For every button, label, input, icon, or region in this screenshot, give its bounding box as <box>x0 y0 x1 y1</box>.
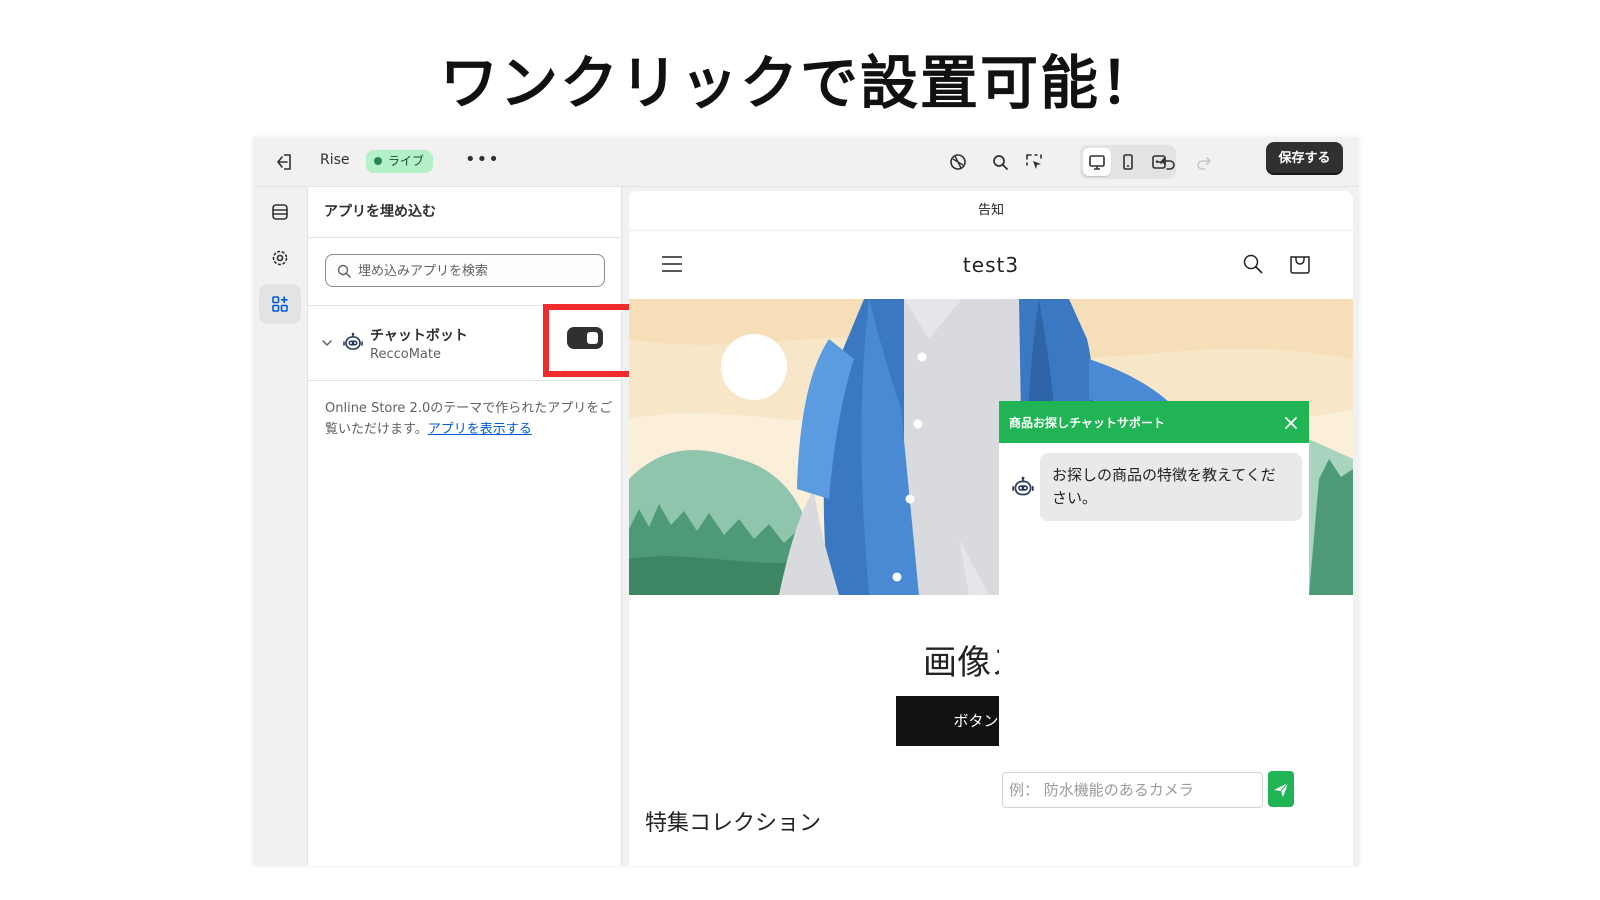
announcement-bar: 告知 <box>629 191 1353 231</box>
close-icon[interactable] <box>1283 415 1299 431</box>
send-icon <box>1274 782 1289 797</box>
mobile-view-button[interactable] <box>1114 148 1142 176</box>
app-search-input[interactable] <box>358 261 598 281</box>
top-bar: Rise ライブ ••• 保存する <box>253 137 1359 187</box>
chat-header: 商品お探しチャットサポート <box>999 401 1309 443</box>
divider <box>308 237 622 238</box>
redo-icon[interactable] <box>1191 150 1215 174</box>
sections-icon <box>272 204 288 220</box>
chat-input[interactable] <box>1009 780 1257 800</box>
undo-icon[interactable] <box>1157 150 1181 174</box>
save-button[interactable]: 保存する <box>1266 142 1343 175</box>
app-search-field[interactable] <box>325 254 605 287</box>
app-enable-toggle[interactable] <box>567 327 603 349</box>
apps-icon <box>272 296 288 312</box>
send-button[interactable] <box>1268 771 1294 807</box>
search-icon <box>337 264 351 278</box>
gear-icon <box>272 250 288 266</box>
chat-input-field[interactable] <box>1002 772 1263 808</box>
chat-title: 商品お探しチャットサポート <box>1009 416 1165 430</box>
status-badge-label: ライブ <box>388 154 425 168</box>
robot-icon <box>1012 476 1034 496</box>
chevron-down-icon[interactable] <box>320 336 334 350</box>
sections-button[interactable] <box>259 192 301 232</box>
store-search-icon[interactable] <box>1241 252 1265 276</box>
toggle-knob <box>587 332 598 344</box>
panel-note: Online Store 2.0のテーマで作られたアプリをご覧いただけます。アプ… <box>325 398 615 440</box>
search-icon[interactable] <box>988 150 1012 174</box>
app-name: チャットボット <box>370 328 468 344</box>
bot-message: お探しの商品の特徴を教えてください。 <box>1040 453 1302 521</box>
app-developer: ReccoMate <box>370 347 441 362</box>
headline: ワンクリックで設置可能！ <box>439 49 1160 117</box>
mobile-icon <box>1123 154 1133 170</box>
inspector-icon[interactable] <box>946 150 970 174</box>
view-apps-link[interactable]: アプリを表示する <box>428 422 532 437</box>
select-element-icon[interactable] <box>1022 150 1046 174</box>
cart-icon[interactable] <box>1288 252 1312 276</box>
theme-settings-button[interactable] <box>259 238 301 278</box>
status-dot <box>374 157 382 165</box>
exit-icon[interactable] <box>273 151 295 173</box>
more-actions-button[interactable]: ••• <box>465 149 500 170</box>
store-preview: 告知 test3 画像スラ ボタンのテ 特集コレクション 商品お探しチャットサポ… <box>629 191 1353 866</box>
theme-editor: Rise ライブ ••• 保存する アプリを埋め込む 埋め込みアプリを検索 チャ… <box>253 137 1359 866</box>
robot-icon <box>343 332 363 350</box>
live-status-badge: ライブ <box>366 150 434 173</box>
left-rail <box>253 187 308 866</box>
app-embeds-button[interactable] <box>259 284 301 324</box>
collection-heading: 特集コレクション <box>645 811 822 836</box>
store-header: test3 <box>629 231 1353 299</box>
theme-name[interactable]: Rise <box>320 152 350 168</box>
desktop-icon <box>1089 155 1105 170</box>
app-embeds-panel: アプリを埋め込む チャットボット ReccoMate <box>308 187 651 866</box>
desktop-view-button[interactable] <box>1083 148 1111 176</box>
panel-title: アプリを埋め込む <box>324 204 436 220</box>
